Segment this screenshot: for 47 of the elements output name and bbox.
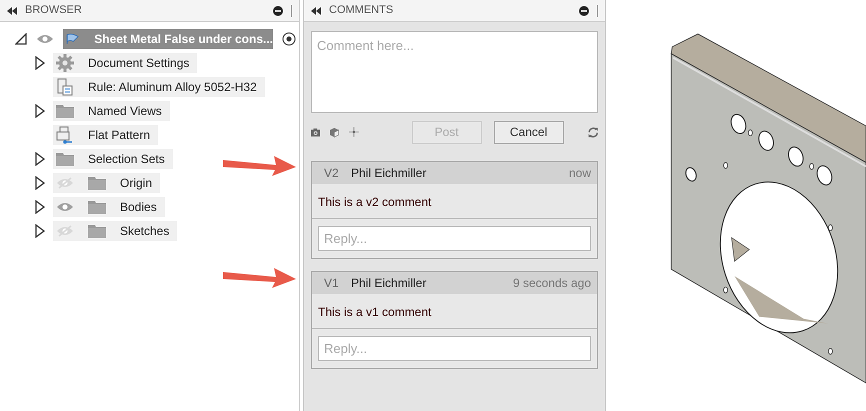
comment-text: This is a v1 comment xyxy=(318,305,432,319)
browser-item[interactable]: Flat Pattern xyxy=(53,125,158,145)
reply-field[interactable]: Reply... xyxy=(318,336,591,361)
expand-triangle-icon[interactable] xyxy=(35,56,45,70)
flat-pattern-icon xyxy=(56,126,74,144)
folder-icon xyxy=(88,176,106,190)
point-icon[interactable] xyxy=(348,124,359,140)
browser-item[interactable]: Document Settings xyxy=(53,53,198,73)
eye-icon[interactable] xyxy=(56,201,74,213)
browser-item[interactable]: Origin xyxy=(53,173,160,193)
expand-triangle-icon[interactable] xyxy=(35,104,45,118)
minimize-icon[interactable] xyxy=(579,6,589,16)
cancel-button[interactable]: Cancel xyxy=(494,120,564,144)
browser-item[interactable]: Named Views xyxy=(53,101,170,121)
version-label: V1 xyxy=(324,275,340,292)
folder-icon xyxy=(88,200,106,214)
collapse-panel-icon[interactable] xyxy=(311,6,321,14)
expand-triangle-icon[interactable] xyxy=(35,176,45,190)
folder-icon xyxy=(56,104,74,118)
browser-item[interactable]: Selection Sets xyxy=(53,149,173,169)
browser-item[interactable]: Sketches xyxy=(53,221,178,241)
gear-icon xyxy=(56,54,74,72)
comment-time: now xyxy=(568,165,591,182)
expand-triangle-icon[interactable] xyxy=(35,200,45,214)
browser-item[interactable]: Bodies xyxy=(53,197,165,217)
activate-radio-icon[interactable] xyxy=(282,32,296,46)
expand-triangle-icon[interactable] xyxy=(35,152,45,166)
comment-author: Phil Eichmiller xyxy=(351,165,428,182)
expand-triangle-icon[interactable] xyxy=(35,224,45,238)
comment-field[interactable]: Comment here... xyxy=(311,31,598,113)
eye-icon[interactable] xyxy=(36,33,54,45)
version-label: V2 xyxy=(324,165,340,182)
comment-author: Phil Eichmiller xyxy=(351,275,428,292)
comment-time: 9 seconds ago xyxy=(512,275,591,292)
folder-icon xyxy=(88,224,106,238)
rule-icon xyxy=(57,78,73,96)
browser-item[interactable]: Rule: Aluminum Alloy 5052-H32 xyxy=(53,77,265,97)
panel-title: COMMENTS xyxy=(329,3,394,18)
comment-text: This is a v2 comment xyxy=(318,195,432,209)
reply-field[interactable]: Reply... xyxy=(318,226,591,251)
camera-icon[interactable] xyxy=(311,126,320,138)
flag-icon xyxy=(66,31,80,47)
collapse-panel-icon[interactable] xyxy=(7,6,17,14)
folder-icon xyxy=(56,152,74,166)
panel-title: BROWSER xyxy=(25,3,83,18)
collapse-triangle-icon[interactable] xyxy=(15,33,27,45)
minimize-icon[interactable] xyxy=(273,6,283,16)
